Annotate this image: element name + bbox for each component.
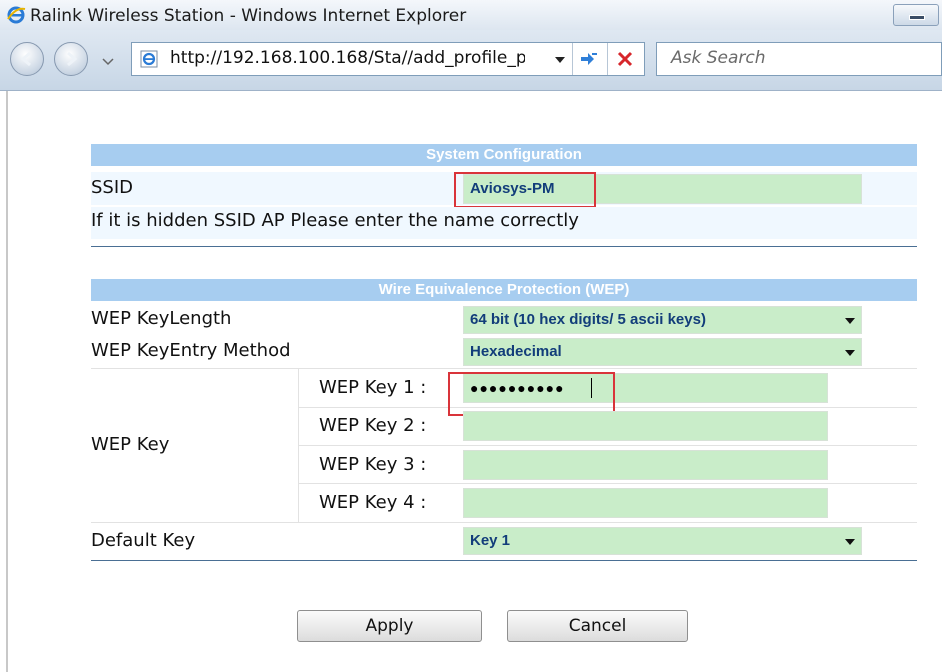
internet-explorer-icon bbox=[7, 6, 26, 24]
wep-key-3-label: WEP Key 3 : bbox=[319, 454, 427, 475]
wep-key-1-highlight-box bbox=[448, 372, 615, 416]
minimize-button[interactable] bbox=[893, 4, 939, 26]
wep-entry-method-value: Hexadecimal bbox=[470, 343, 562, 360]
address-separator bbox=[572, 43, 573, 75]
window-left-edge bbox=[6, 91, 8, 672]
address-bar[interactable]: http://192.168.100.168/Sta//add_profile_… bbox=[131, 42, 645, 76]
wep-key-length-select[interactable]: 64 bit (10 hex digits/ 5 ascii keys) bbox=[463, 306, 862, 334]
wep-key-length-value: 64 bit (10 hex digits/ 5 ascii keys) bbox=[470, 311, 706, 328]
chevron-down-icon bbox=[845, 318, 855, 324]
back-arrow-icon bbox=[20, 51, 31, 67]
forward-button[interactable] bbox=[54, 42, 88, 76]
default-key-value: Key 1 bbox=[470, 532, 511, 549]
key-row-line bbox=[298, 445, 917, 446]
default-key-select[interactable]: Key 1 bbox=[463, 527, 862, 555]
search-placeholder: Ask Search bbox=[671, 48, 766, 68]
wep-key-2-label: WEP Key 2 : bbox=[319, 415, 427, 436]
minimize-icon bbox=[909, 15, 925, 20]
stop-icon[interactable] bbox=[615, 49, 635, 69]
refresh-icon[interactable] bbox=[578, 49, 602, 69]
wep-key-3-input[interactable] bbox=[463, 450, 828, 480]
wep-entry-method-select[interactable]: Hexadecimal bbox=[463, 338, 862, 366]
default-key-label: Default Key bbox=[91, 530, 196, 551]
ssid-highlight-box bbox=[454, 172, 596, 208]
key-row-line bbox=[298, 483, 917, 484]
section-divider bbox=[91, 246, 917, 247]
wep-key-4-input[interactable] bbox=[463, 488, 828, 518]
chevron-down-icon bbox=[845, 350, 855, 356]
system-configuration-header: System Configuration bbox=[91, 144, 917, 166]
cancel-button[interactable]: Cancel bbox=[507, 610, 688, 642]
history-dropdown-icon[interactable] bbox=[102, 56, 114, 66]
key-table-bottom-line bbox=[91, 522, 917, 523]
ssid-label: SSID bbox=[91, 177, 134, 198]
search-box[interactable]: Ask Search bbox=[656, 42, 942, 76]
url-text[interactable]: http://192.168.100.168/Sta//add_profile_… bbox=[170, 48, 525, 68]
window-title-bar: Ralink Wireless Station - Windows Intern… bbox=[0, 0, 942, 30]
apply-button[interactable]: Apply bbox=[297, 610, 482, 642]
wep-key-1-label: WEP Key 1 : bbox=[319, 377, 427, 398]
wep-key-2-input[interactable] bbox=[463, 411, 828, 441]
navigation-bar: http://192.168.100.168/Sta//add_profile_… bbox=[0, 30, 942, 91]
chevron-down-icon bbox=[845, 539, 855, 545]
page-icon bbox=[140, 50, 158, 68]
address-dropdown-icon[interactable] bbox=[554, 55, 566, 65]
address-separator bbox=[607, 43, 608, 75]
wep-key-label: WEP Key bbox=[91, 434, 170, 455]
wep-header: Wire Equivalence Protection (WEP) bbox=[91, 279, 917, 301]
section-divider bbox=[91, 560, 917, 561]
ssid-hint-text: If it is hidden SSID AP Please enter the… bbox=[91, 210, 579, 231]
window-title: Ralink Wireless Station - Windows Intern… bbox=[30, 6, 467, 26]
wep-key-length-label: WEP KeyLength bbox=[91, 308, 232, 329]
forward-arrow-icon bbox=[67, 51, 78, 67]
wep-key-4-label: WEP Key 4 : bbox=[319, 492, 427, 513]
back-button[interactable] bbox=[10, 42, 44, 76]
wep-entry-method-label: WEP KeyEntry Method bbox=[91, 340, 291, 361]
key-table-top-line bbox=[91, 368, 917, 369]
